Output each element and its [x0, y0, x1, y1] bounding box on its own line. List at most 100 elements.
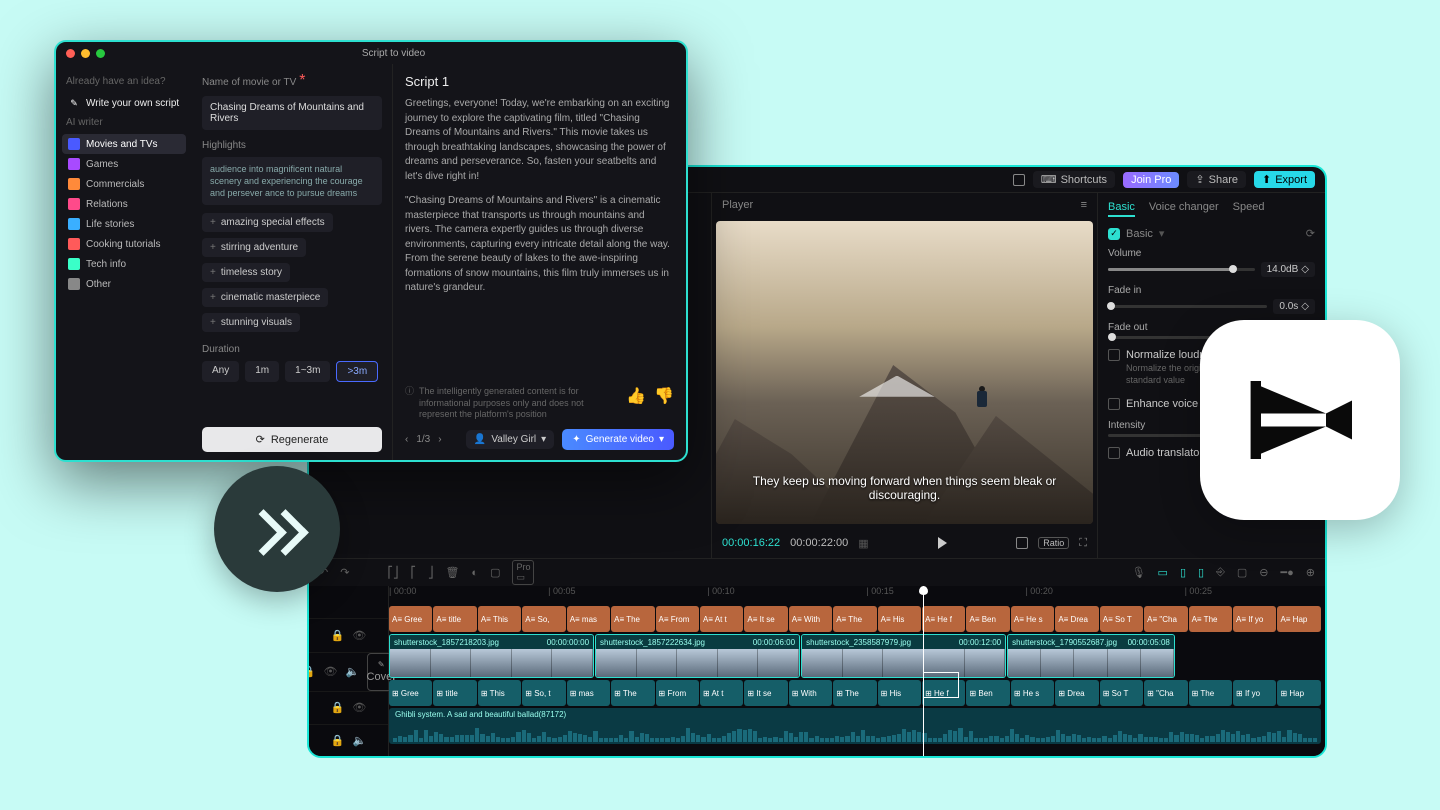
- caption-clip[interactable]: ⊞ His: [878, 680, 921, 706]
- volume-slider[interactable]: [1108, 268, 1255, 271]
- delete-icon[interactable]: 🗑: [445, 566, 459, 579]
- track-icon-2[interactable]: ▯: [1198, 566, 1204, 579]
- movie-name-input[interactable]: Chasing Dreams of Mountains and Rivers: [202, 96, 382, 130]
- duration-option[interactable]: 1~3m: [285, 361, 330, 382]
- selection-box[interactable]: [923, 672, 959, 698]
- caption-clip[interactable]: ⊞ Hap: [1277, 680, 1320, 706]
- text-clip[interactable]: A≡ It se: [744, 606, 787, 632]
- text-clip[interactable]: A≡ His: [878, 606, 921, 632]
- trim-left-icon[interactable]: ⎡: [410, 566, 416, 579]
- text-clip[interactable]: A≡ With: [789, 606, 832, 632]
- text-clip[interactable]: A≡ At t: [700, 606, 743, 632]
- track-icon-1[interactable]: ▯: [1180, 566, 1186, 579]
- audio-clip[interactable]: Ghibli system. A sad and beautiful balla…: [389, 708, 1321, 744]
- sidebar-item-other[interactable]: Other: [62, 274, 186, 294]
- prev-script-icon[interactable]: ‹: [405, 434, 408, 445]
- text-clip[interactable]: A≡ From: [656, 606, 699, 632]
- caption-clip[interactable]: ⊞ "Cha: [1144, 680, 1187, 706]
- lock-icon[interactable]: 🔒: [331, 629, 345, 642]
- generate-video-button[interactable]: Generate video ▾: [562, 429, 674, 450]
- preview-icon[interactable]: ▢: [1237, 566, 1247, 579]
- tool-icon-1[interactable]: ◐: [471, 567, 478, 579]
- caption-clip[interactable]: ⊞ Gree: [389, 680, 432, 706]
- text-clip[interactable]: A≡ Hap: [1277, 606, 1320, 632]
- zoom-out-icon[interactable]: ⊖: [1259, 566, 1268, 579]
- video-clip[interactable]: shutterstock_2358587979.jpg00:00:12:00: [801, 634, 1006, 678]
- snap-icon[interactable]: ▭: [1158, 566, 1168, 579]
- thumbs-up-icon[interactable]: 👍: [626, 386, 646, 406]
- close-icon[interactable]: [66, 49, 75, 58]
- highlight-tag[interactable]: amazing special effects: [202, 213, 333, 232]
- play-button[interactable]: [938, 537, 947, 549]
- caption-clip[interactable]: ⊞ Ben: [966, 680, 1009, 706]
- highlight-tag[interactable]: stirring adventure: [202, 238, 306, 257]
- tab-speed[interactable]: Speed: [1233, 201, 1265, 217]
- tool-icon-2[interactable]: ▢: [490, 566, 500, 579]
- highlight-tag[interactable]: timeless story: [202, 263, 290, 282]
- duration-option[interactable]: 1m: [245, 361, 279, 382]
- duration-option[interactable]: Any: [202, 361, 239, 382]
- fadein-slider[interactable]: [1108, 305, 1267, 308]
- zoom-in-icon[interactable]: ⊕: [1306, 566, 1315, 579]
- fadein-value[interactable]: 0.0s ◇: [1273, 299, 1315, 314]
- scale-icon[interactable]: [1016, 537, 1028, 549]
- grid-icon[interactable]: ▦: [858, 537, 868, 550]
- caption-clip[interactable]: ⊞ With: [789, 680, 832, 706]
- sidebar-item-cooking[interactable]: Cooking tutorials: [62, 234, 186, 254]
- lock-icon[interactable]: 🔒: [331, 734, 345, 747]
- text-clip[interactable]: A≡ "Cha: [1144, 606, 1187, 632]
- sidebar-item-commercials[interactable]: Commercials: [62, 174, 186, 194]
- thumbs-down-icon[interactable]: 👎: [654, 386, 674, 406]
- share-button[interactable]: ⇪ Share: [1187, 171, 1246, 188]
- text-clip[interactable]: A≡ So T: [1100, 606, 1143, 632]
- tab-basic[interactable]: Basic: [1108, 201, 1135, 217]
- normalize-checkbox[interactable]: [1108, 349, 1120, 361]
- text-clip[interactable]: A≡ If yo: [1233, 606, 1276, 632]
- translator-checkbox[interactable]: [1108, 447, 1120, 459]
- caption-clip[interactable]: ⊞ So T: [1100, 680, 1143, 706]
- lock-icon[interactable]: 🔒: [307, 665, 316, 678]
- caption-clip[interactable]: ⊞ This: [478, 680, 521, 706]
- video-clip[interactable]: shutterstock_1857222634.jpg00:00:06:00: [595, 634, 800, 678]
- timeline-tracks[interactable]: | 00:00| 00:05| 00:10| 00:15| 00:20| 00:…: [389, 586, 1325, 758]
- caption-clip[interactable]: ⊞ So, t: [522, 680, 565, 706]
- mute-icon[interactable]: 🔈: [345, 665, 359, 678]
- caption-clip[interactable]: ⊞ The: [833, 680, 876, 706]
- join-pro-button[interactable]: Join Pro: [1123, 172, 1179, 188]
- text-clip[interactable]: A≡ He s: [1011, 606, 1054, 632]
- sidebar-item-games[interactable]: Games: [62, 154, 186, 174]
- redo-icon[interactable]: ↷: [340, 566, 349, 579]
- caption-clip[interactable]: ⊞ It se: [744, 680, 787, 706]
- link-icon[interactable]: ⎆: [1216, 566, 1225, 579]
- highlight-tag[interactable]: cinematic masterpiece: [202, 288, 328, 307]
- caption-clip[interactable]: ⊞ Drea: [1055, 680, 1098, 706]
- caption-clip[interactable]: ⊞ title: [433, 680, 476, 706]
- fullscreen-icon[interactable]: ⛶: [1079, 537, 1087, 550]
- text-clip[interactable]: A≡ Ben: [966, 606, 1009, 632]
- eye-icon[interactable]: 👁: [352, 701, 366, 714]
- next-script-icon[interactable]: ›: [438, 434, 441, 445]
- text-clip[interactable]: A≡ Gree: [389, 606, 432, 632]
- text-clip[interactable]: A≡ Drea: [1055, 606, 1098, 632]
- eye-icon[interactable]: 👁: [324, 665, 338, 678]
- zoom-slider[interactable]: ━●: [1281, 566, 1294, 579]
- caption-clip[interactable]: ⊞ From: [656, 680, 699, 706]
- mic-icon[interactable]: 🎙: [1132, 566, 1146, 579]
- basic-checkbox[interactable]: ✓: [1108, 228, 1120, 240]
- caption-clip[interactable]: ⊞ The: [611, 680, 654, 706]
- sidebar-item-tech[interactable]: Tech info: [62, 254, 186, 274]
- text-clip[interactable]: A≡ This: [478, 606, 521, 632]
- lock-icon[interactable]: 🔒: [331, 701, 345, 714]
- voice-select[interactable]: 👤 Valley Girl ▾: [466, 430, 554, 449]
- player-menu-icon[interactable]: ≡: [1081, 199, 1087, 211]
- aspect-icon[interactable]: [1013, 174, 1025, 186]
- text-clip[interactable]: A≡ So,: [522, 606, 565, 632]
- enhance-checkbox[interactable]: [1108, 398, 1120, 410]
- export-button[interactable]: ⬆ Export: [1254, 171, 1315, 188]
- tab-voice-changer[interactable]: Voice changer: [1149, 201, 1219, 217]
- text-clip[interactable]: A≡ He f: [922, 606, 965, 632]
- caption-clip[interactable]: ⊞ He s: [1011, 680, 1054, 706]
- caption-clip[interactable]: ⊞ If yo: [1233, 680, 1276, 706]
- sidebar-item-relations[interactable]: Relations: [62, 194, 186, 214]
- text-clip[interactable]: A≡ title: [433, 606, 476, 632]
